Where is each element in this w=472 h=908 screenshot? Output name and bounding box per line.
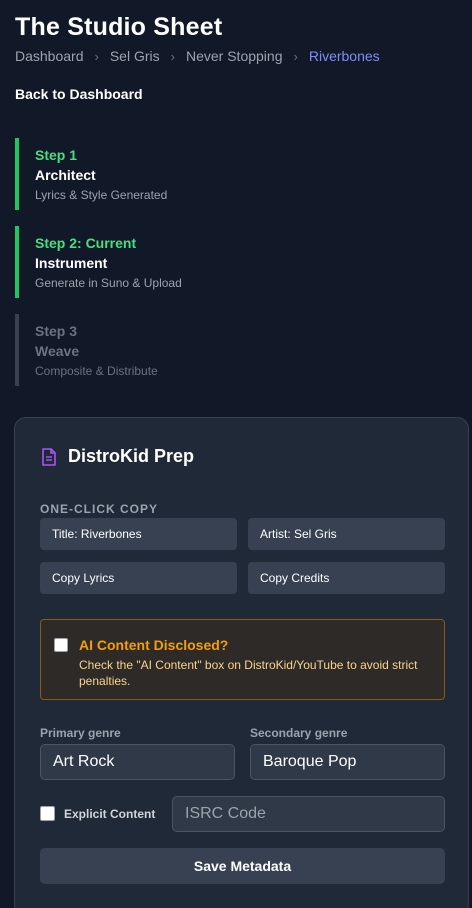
step-architect: Step 1 Architect Lyrics & Style Generate… (15, 138, 315, 210)
app-title: The Studio Sheet (15, 13, 223, 41)
copy-credits-button[interactable]: Copy Credits (248, 562, 445, 594)
breadcrumb-item-current: Riverbones (308, 48, 380, 64)
primary-genre-label: Primary genre (40, 726, 121, 740)
breadcrumb: Dashboard › Sel Gris › Never Stopping › … (15, 48, 380, 64)
back-to-dashboard-link[interactable]: Back to Dashboard (15, 86, 143, 102)
breadcrumb-item-artist[interactable]: Sel Gris (110, 48, 160, 64)
step-description: Generate in Suno & Upload (35, 276, 182, 290)
ai-disclosure-box: AI Content Disclosed? Check the "AI Cont… (40, 619, 445, 700)
step-description: Lyrics & Style Generated (35, 188, 168, 202)
studio-sheet-page: The Studio Sheet Dashboard › Sel Gris › … (0, 0, 472, 908)
explicit-content-label: Explicit Content (64, 807, 156, 821)
explicit-content-checkbox[interactable] (40, 806, 55, 821)
isrc-code-input[interactable]: ISRC Code (172, 796, 445, 832)
step-name: Instrument (35, 255, 108, 271)
copy-artist-button[interactable]: Artist: Sel Gris (248, 518, 445, 550)
step-instrument: Step 2: Current Instrument Generate in S… (15, 226, 315, 298)
secondary-genre-label: Secondary genre (250, 726, 348, 740)
ai-disclosure-checkbox[interactable] (54, 638, 68, 652)
ai-disclosure-description: Check the "AI Content" box on DistroKid/… (79, 658, 418, 688)
ai-disclosure-title: AI Content Disclosed? (79, 637, 229, 653)
breadcrumb-item-album[interactable]: Never Stopping (186, 48, 283, 64)
secondary-genre-input[interactable]: Baroque Pop (250, 744, 445, 780)
copy-lyrics-button[interactable]: Copy Lyrics (40, 562, 237, 594)
step-number: Step 3 (35, 323, 78, 339)
primary-genre-input[interactable]: Art Rock (40, 744, 235, 780)
step-number: Step 1 (35, 147, 78, 163)
step-name: Weave (35, 343, 80, 359)
step-weave: Step 3 Weave Composite & Distribute (15, 314, 315, 386)
distrokid-prep-card: DistroKid Prep ONE-CLICK COPY Title: Riv… (14, 417, 469, 908)
copy-title-button[interactable]: Title: Riverbones (40, 518, 237, 550)
step-number: Step 2: Current (35, 235, 137, 251)
breadcrumb-separator-icon: › (170, 48, 175, 64)
card-title: DistroKid Prep (40, 446, 194, 467)
breadcrumb-separator-icon: › (293, 48, 298, 64)
step-name: Architect (35, 167, 96, 183)
one-click-copy-label: ONE-CLICK COPY (40, 502, 159, 516)
breadcrumb-separator-icon: › (94, 48, 99, 64)
breadcrumb-item-dashboard[interactable]: Dashboard (15, 48, 84, 64)
step-description: Composite & Distribute (35, 364, 158, 378)
document-icon (42, 447, 56, 466)
card-title-text: DistroKid Prep (68, 446, 195, 466)
save-metadata-button[interactable]: Save Metadata (40, 848, 445, 884)
